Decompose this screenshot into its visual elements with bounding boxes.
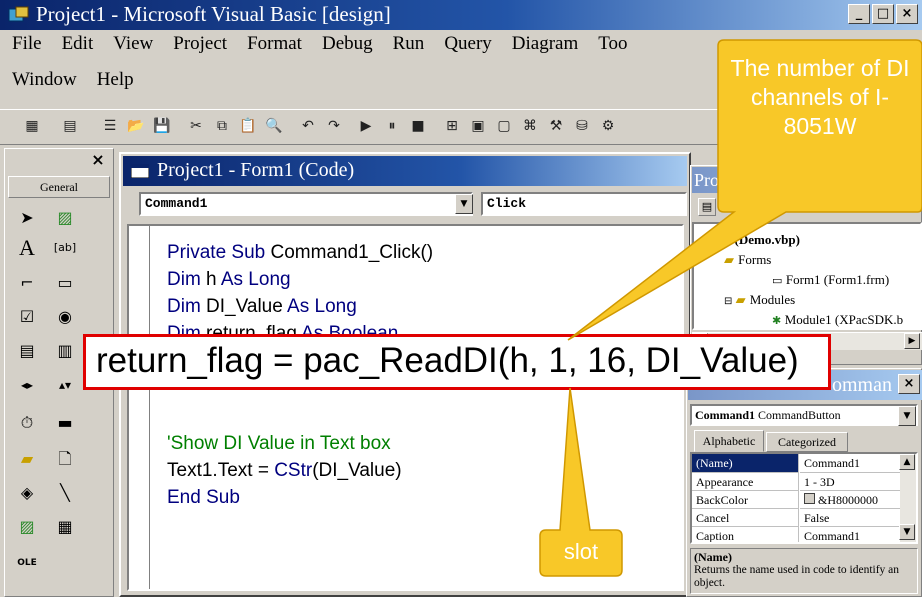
callout-top-text: The number of DI channels of I-8051W — [730, 55, 910, 139]
callout-bottom-text: slot — [563, 539, 599, 564]
